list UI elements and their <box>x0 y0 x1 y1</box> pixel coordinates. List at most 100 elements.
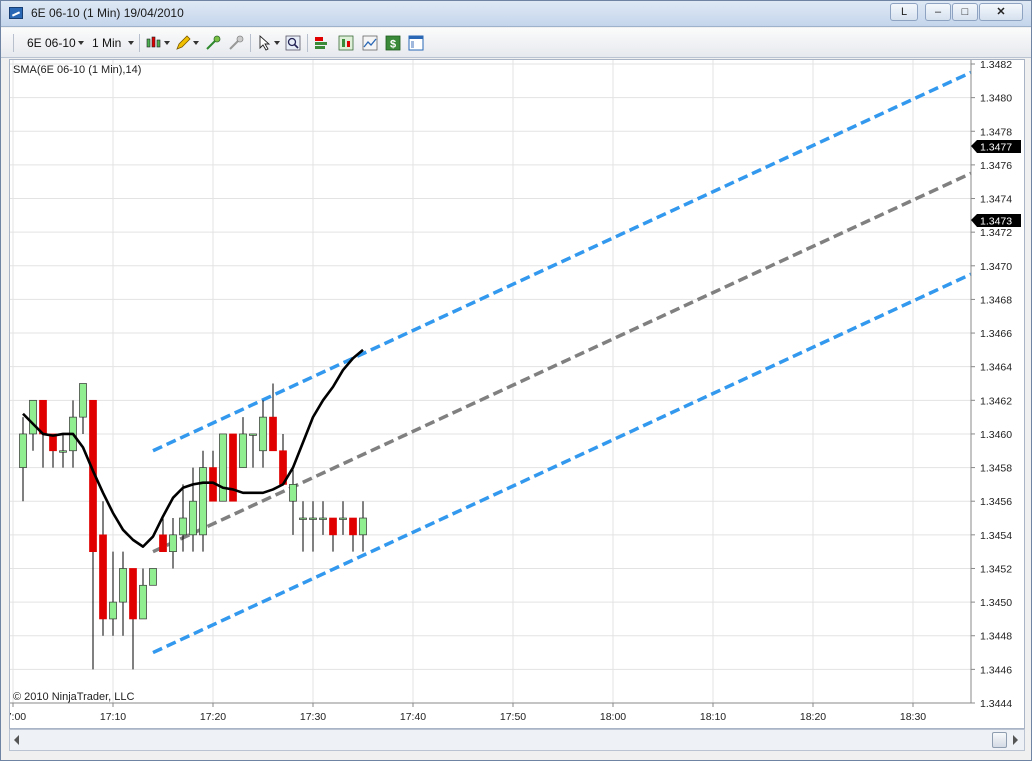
candle-up <box>289 484 297 502</box>
last-price-label: 1.3477 <box>980 142 1012 154</box>
candle-down <box>159 534 167 553</box>
regression-channel <box>152 70 972 655</box>
chart-grid <box>10 60 971 704</box>
price-tick-label: 1.3450 <box>980 597 1012 609</box>
price-tick-label: 1.3476 <box>980 160 1012 172</box>
price-chart[interactable]: 1.3444 1.3446 1.3448 1.3450 1.3452 1.3454 1.34… <box>10 60 1024 728</box>
channel-upper-line <box>152 70 972 453</box>
candle-up <box>189 500 197 536</box>
price-tick-label: 1.3460 <box>980 429 1012 441</box>
properties-icon[interactable] <box>408 35 424 51</box>
maximize-button[interactable]: □ <box>952 3 978 21</box>
candle-up <box>259 416 267 452</box>
candle-down <box>129 568 137 620</box>
close-button[interactable]: ✕ <box>979 3 1023 21</box>
candle-up <box>359 517 367 536</box>
scroll-thumb[interactable] <box>992 732 1007 748</box>
candle-up <box>119 568 127 603</box>
time-tick-label: 18:20 <box>800 711 826 723</box>
candle-up <box>309 517 317 520</box>
price-tick-label: 1.3478 <box>980 126 1012 138</box>
price-tick-label: 1.3456 <box>980 496 1012 508</box>
chart-toolbar: 6E 06-10 1 Min $ <box>1 28 1031 58</box>
price-tick-label: 1.3470 <box>980 261 1012 273</box>
time-tick-label: 17:00 <box>10 711 26 723</box>
time-tick-label: 18:00 <box>600 711 626 723</box>
candle-up <box>59 450 67 453</box>
time-tick-label: 17:50 <box>500 711 526 723</box>
svg-text:$: $ <box>390 39 396 51</box>
chart-window: 6E 06-10 (1 Min) 19/04/2010 L – □ ✕ 6E 0… <box>0 0 1032 761</box>
pencil-draw-icon[interactable] <box>175 35 191 51</box>
price-tick-label: 1.3444 <box>980 698 1012 710</box>
magic-marker-icon[interactable] <box>205 35 221 51</box>
price-tick-label: 1.3480 <box>980 93 1012 105</box>
price-tick-label: 1.3466 <box>980 328 1012 340</box>
price-tick-label: 1.3458 <box>980 463 1012 475</box>
candle-up <box>169 534 177 553</box>
title-bar[interactable]: 6E 06-10 (1 Min) 19/04/2010 L – □ ✕ <box>1 1 1031 27</box>
dollar-icon[interactable]: $ <box>385 35 401 51</box>
candlestick-style-icon[interactable] <box>146 35 162 51</box>
chevron-down-icon[interactable] <box>78 41 84 45</box>
interval-selector[interactable]: 1 Min <box>92 36 121 50</box>
data-box-icon[interactable] <box>362 35 378 51</box>
candle-up <box>139 584 147 620</box>
candle-up <box>29 399 37 435</box>
chevron-down-icon[interactable] <box>274 41 280 45</box>
toolbar-separator <box>250 34 251 52</box>
ninjatrader-chart-icon <box>9 7 23 19</box>
candle-up <box>199 467 207 536</box>
price-tick-label: 1.3482 <box>980 60 1012 71</box>
zoom-icon[interactable] <box>285 35 301 51</box>
sma-price-label: 1.3473 <box>980 216 1012 228</box>
layout-button[interactable]: L <box>890 3 918 21</box>
time-tick-label: 17:10 <box>100 711 126 723</box>
candle-down <box>99 534 107 620</box>
time-tick-label: 18:30 <box>900 711 926 723</box>
price-tick-label: 1.3452 <box>980 563 1012 575</box>
candle-up <box>219 433 227 502</box>
time-axis[interactable]: 17:00 17:10 17:20 17:30 17:40 17:50 18:00 18:10… <box>10 703 926 723</box>
price-axis[interactable]: 1.3444 1.3446 1.3448 1.3450 1.3452 1.3454 1.34… <box>971 60 1012 710</box>
candlestick-series <box>19 383 367 670</box>
price-tick-label: 1.3462 <box>980 395 1012 407</box>
chevron-down-icon[interactable] <box>164 41 170 45</box>
price-tick-label: 1.3448 <box>980 631 1012 643</box>
candle-up <box>19 433 27 468</box>
channel-lower-line <box>152 272 972 655</box>
scroll-left-arrow-icon[interactable] <box>14 735 19 745</box>
candle-up <box>319 517 327 520</box>
candle-up <box>249 433 257 436</box>
scroll-right-arrow-icon[interactable] <box>1013 735 1018 745</box>
candle-down <box>39 399 47 435</box>
chevron-down-icon[interactable] <box>193 41 199 45</box>
price-tick-label: 1.3446 <box>980 664 1012 676</box>
instrument-selector[interactable]: 6E 06-10 <box>27 36 76 50</box>
candle-up <box>149 568 157 586</box>
chart-trader-icon[interactable] <box>338 35 354 51</box>
pointer-select-icon[interactable] <box>257 35 273 51</box>
bar-marker-icon[interactable] <box>313 35 329 51</box>
minimize-button[interactable]: – <box>925 3 951 21</box>
indicator-label: SMA(6E 06-10 (1 Min),14) <box>13 64 141 76</box>
time-tick-label: 17:40 <box>400 711 426 723</box>
toolbar-separator <box>139 34 140 52</box>
magic-marker-disabled-icon[interactable] <box>228 35 244 51</box>
chevron-down-icon[interactable] <box>128 41 134 45</box>
price-tick-label: 1.3474 <box>980 194 1012 206</box>
time-tick-label: 17:30 <box>300 711 326 723</box>
chart-panel[interactable]: 1.3444 1.3446 1.3448 1.3450 1.3452 1.3454 1.34… <box>9 59 1025 729</box>
horizontal-scrollbar[interactable] <box>9 729 1025 751</box>
candle-up <box>299 517 307 520</box>
candle-up <box>339 517 347 520</box>
candle-up <box>79 383 87 418</box>
copyright-label: © 2010 NinjaTrader, LLC <box>13 691 134 703</box>
price-tick-label: 1.3464 <box>980 362 1012 374</box>
candle-up <box>179 517 187 536</box>
price-tick-label: 1.3454 <box>980 530 1012 542</box>
candle-down <box>269 416 277 452</box>
window-title: 6E 06-10 (1 Min) 19/04/2010 <box>31 6 184 20</box>
time-tick-label: 17:20 <box>200 711 226 723</box>
sma-price-marker: 1.3473 <box>971 214 1021 228</box>
